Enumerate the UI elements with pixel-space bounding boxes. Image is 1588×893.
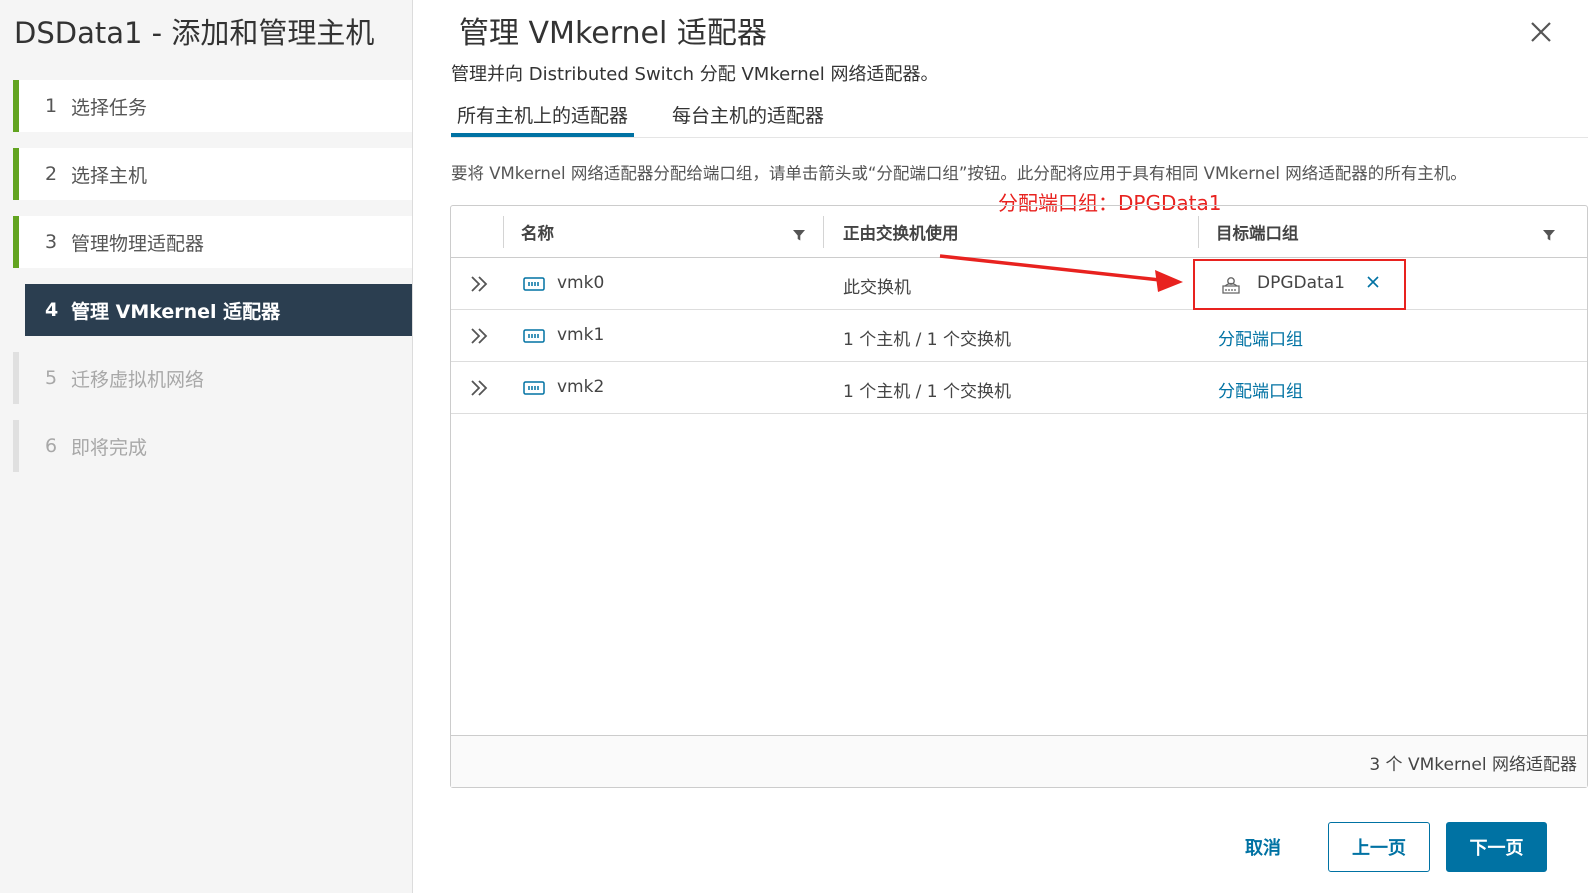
step-number: 2 (45, 163, 58, 185)
step-label: 选择任务 (71, 96, 148, 119)
wizard-steps: 1 选择任务 2 选择主机 3 管理物理适配器 4 管理 VMkernel 适配… (13, 80, 412, 488)
step-label: 选择主机 (71, 164, 148, 187)
assign-portgroup-link[interactable]: 分配端口组 (1218, 325, 1303, 350)
grid-footer: 3 个 VMkernel 网络适配器 (451, 735, 1587, 787)
column-separator (823, 216, 824, 248)
step-label: 即将完成 (71, 436, 148, 459)
network-adapter-icon (523, 277, 545, 291)
tab-per-host[interactable]: 每台主机的适配器 (666, 95, 830, 137)
column-header-name[interactable]: 名称 (521, 220, 554, 244)
wizard-step-6: 6 即将完成 (13, 420, 412, 472)
filter-icon[interactable] (1542, 228, 1556, 242)
table-row[interactable]: vmk2 1 个主机 / 1 个交换机 分配端口组 (451, 362, 1587, 414)
wizard-step-4[interactable]: 4 管理 VMkernel 适配器 (25, 284, 412, 336)
column-separator (503, 216, 504, 248)
table-row[interactable]: vmk0 此交换机 DPGData1 (451, 258, 1587, 310)
in-use-by: 1 个主机 / 1 个交换机 (843, 330, 1011, 350)
adapters-grid: 名称 正由交换机使用 目标端口组 vmk0 此交换机 DPGData1 vmk1… (450, 205, 1588, 788)
remove-assignment-icon[interactable] (1365, 274, 1381, 290)
tabs-divider (451, 137, 1588, 138)
network-adapter-icon (523, 381, 545, 395)
next-button[interactable]: 下一页 (1446, 822, 1547, 872)
step-number: 4 (45, 299, 59, 321)
filter-icon[interactable] (792, 228, 806, 242)
main-panel: 管理 VMkernel 适配器 管理并向 Distributed Switch … (413, 0, 1588, 893)
wizard-step-2[interactable]: 2 选择主机 (13, 148, 412, 200)
wizard-title: DSData1 - 添加和管理主机 (14, 16, 375, 50)
step-number: 5 (45, 367, 58, 389)
wizard-step-5: 5 迁移虚拟机网络 (13, 352, 412, 404)
in-use-by: 此交换机 (843, 278, 911, 298)
wizard-step-3[interactable]: 3 管理物理适配器 (13, 216, 412, 268)
double-chevron-right-icon[interactable] (469, 326, 491, 346)
assigned-portgroup-name: DPGData1 (1257, 273, 1345, 293)
adapter-count: 3 个 VMkernel 网络适配器 (1369, 755, 1577, 775)
step-label: 迁移虚拟机网络 (71, 368, 205, 391)
step-number: 3 (45, 231, 58, 253)
column-header-in-use[interactable]: 正由交换机使用 (843, 220, 959, 244)
adapter-name: vmk2 (557, 377, 605, 397)
page-title: 管理 VMkernel 适配器 (459, 16, 767, 51)
step-number: 1 (45, 95, 58, 117)
close-icon[interactable] (1523, 14, 1559, 50)
page-subtitle: 管理并向 Distributed Switch 分配 VMkernel 网络适配… (451, 64, 939, 85)
step-label: 管理 VMkernel 适配器 (71, 300, 281, 323)
network-adapter-icon (523, 329, 545, 343)
in-use-by: 1 个主机 / 1 个交换机 (843, 382, 1011, 402)
wizard-step-1[interactable]: 1 选择任务 (13, 80, 412, 132)
grid-header: 名称 正由交换机使用 目标端口组 (451, 206, 1587, 258)
column-separator (1198, 216, 1199, 248)
step-label: 管理物理适配器 (71, 232, 205, 255)
tab-all-hosts[interactable]: 所有主机上的适配器 (451, 95, 635, 137)
double-chevron-right-icon[interactable] (469, 274, 491, 294)
step-number: 6 (45, 435, 58, 457)
column-header-target[interactable]: 目标端口组 (1216, 220, 1299, 244)
adapter-name: vmk1 (557, 325, 605, 345)
portgroup-icon (1222, 277, 1240, 294)
double-chevron-right-icon[interactable] (469, 378, 491, 398)
cancel-button[interactable]: 取消 (1228, 822, 1298, 872)
table-row[interactable]: vmk1 1 个主机 / 1 个交换机 分配端口组 (451, 310, 1587, 362)
wizard-sidebar: DSData1 - 添加和管理主机 1 选择任务 2 选择主机 3 管理物理适配… (0, 0, 413, 893)
instruction-text: 要将 VMkernel 网络适配器分配给端口组，请单击箭头或“分配端口组”按钮。… (451, 164, 1467, 183)
tab-bar: 所有主机上的适配器 每台主机的适配器 (451, 95, 862, 137)
assign-portgroup-link[interactable]: 分配端口组 (1218, 377, 1303, 402)
assigned-portgroup-highlight: DPGData1 (1193, 259, 1406, 310)
back-button[interactable]: 上一页 (1328, 822, 1430, 872)
adapter-name: vmk0 (557, 273, 605, 293)
